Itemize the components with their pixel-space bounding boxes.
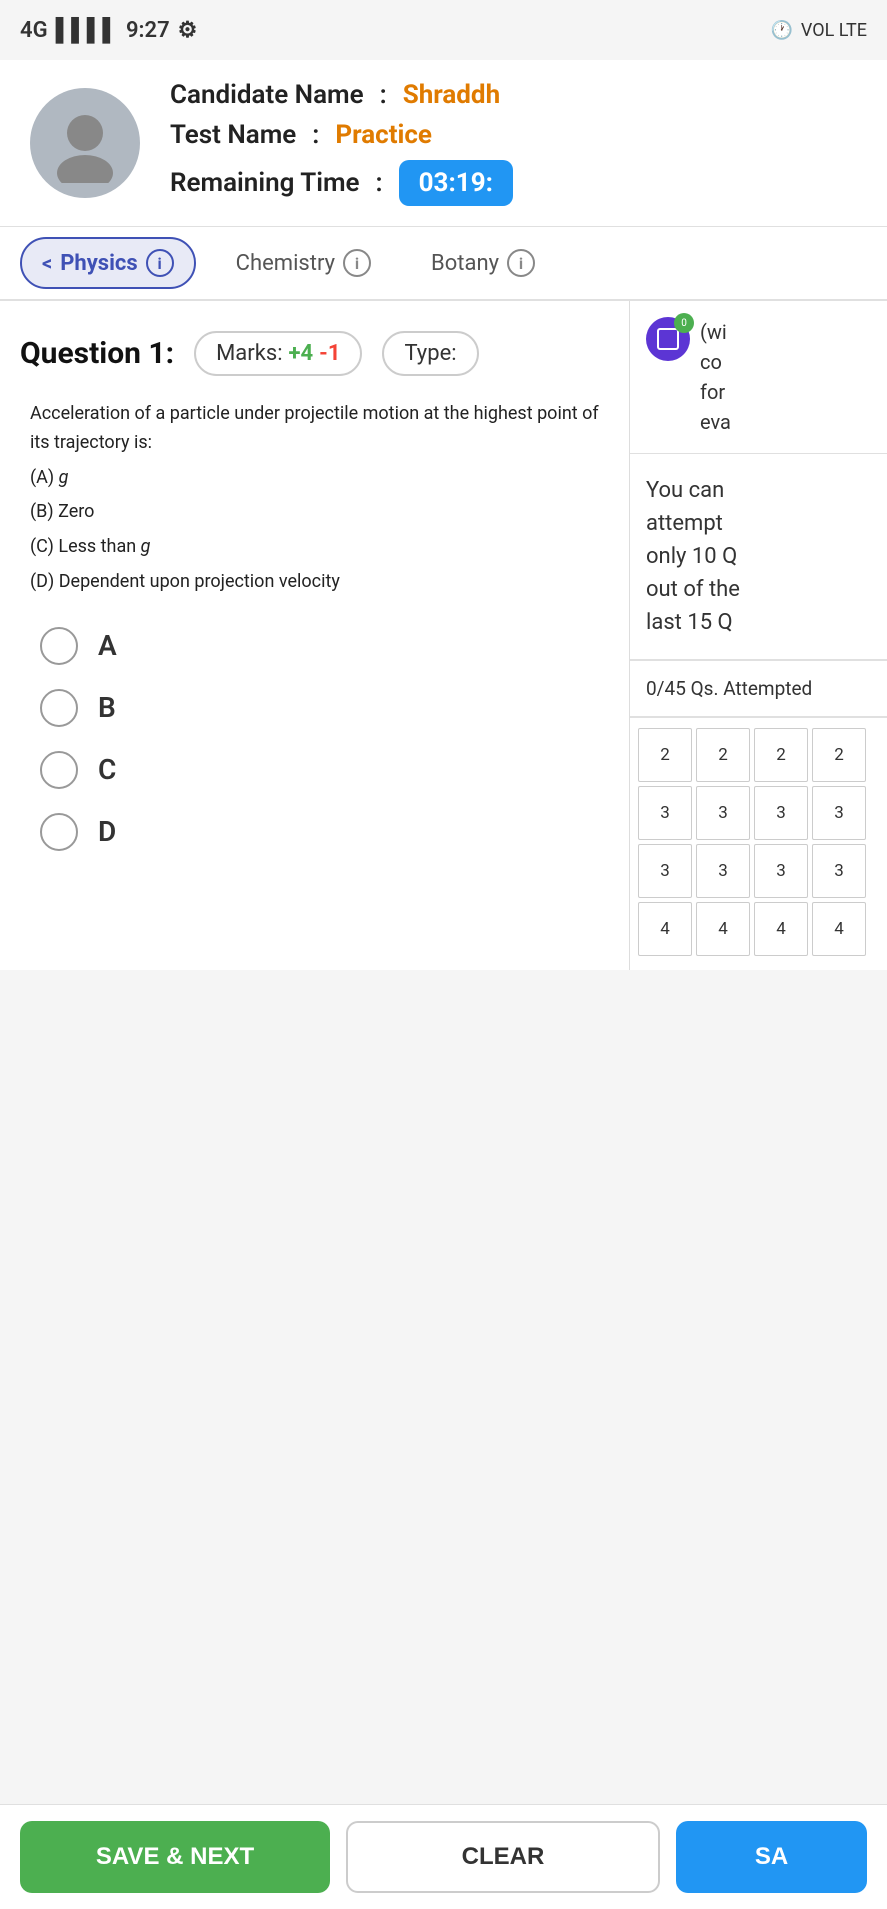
grid-cell-35[interactable]: 3 [638, 844, 692, 898]
grid-cell-42[interactable]: 4 [696, 902, 750, 956]
grid-row-3: 3 3 3 3 [638, 844, 879, 898]
question-header: Question 1: Marks: +4 -1 Type: [20, 331, 609, 376]
notif-inner-icon [657, 328, 679, 350]
notif-icon-wrap: 0 [646, 317, 690, 361]
radio-d[interactable] [40, 813, 78, 851]
candidate-colon: : [380, 80, 387, 110]
option-row-b[interactable]: B [40, 689, 589, 727]
option-text-d: (D) Dependent upon projection velocity [30, 568, 599, 597]
progress-row: 0/45 Qs. Attempted [630, 661, 887, 717]
question-text: Acceleration of a particle under project… [30, 400, 599, 458]
botany-info-icon[interactable]: i [507, 249, 535, 277]
test-colon: : [312, 120, 319, 150]
alarm-icon: 🕐 [770, 20, 792, 41]
signal-text: 4G [20, 18, 48, 43]
tab-chemistry[interactable]: Chemistry i [216, 239, 391, 287]
avatar [30, 88, 140, 198]
status-bar: 4G ▌▌▌▌ 9:27 ⚙ 🕐 VOL LTE [0, 0, 887, 60]
option-label-b: B [98, 691, 116, 724]
marks-positive: +4 [289, 341, 314, 366]
notification-banner: 0 (wicoforeva [630, 301, 887, 454]
type-label: Type: [404, 341, 456, 366]
option-row-c[interactable]: C [40, 751, 589, 789]
option-text-c: (C) Less than g [30, 533, 599, 562]
gear-icon[interactable]: ⚙ [178, 18, 198, 43]
answer-options: A B C D [20, 627, 609, 851]
status-left: 4G ▌▌▌▌ 9:27 ⚙ [20, 17, 197, 43]
grid-cell-21[interactable]: 2 [638, 728, 692, 782]
option-label-a: A [98, 629, 117, 662]
grid-cell-37[interactable]: 3 [754, 844, 808, 898]
tab-physics[interactable]: < Physics i [20, 237, 196, 289]
radio-c[interactable] [40, 751, 78, 789]
type-badge: Type: [382, 331, 478, 376]
grid-row-4: 4 4 4 4 [638, 902, 879, 956]
tab-physics-label: Physics [60, 251, 137, 276]
tab-botany-label: Botany [431, 251, 499, 276]
question-grid: 2 2 2 2 3 3 3 3 3 3 3 3 4 4 4 4 [630, 718, 887, 970]
notif-text: (wicoforeva [700, 317, 731, 437]
time-display: 9:27 [126, 18, 170, 43]
marks-negative: -1 [319, 341, 340, 366]
save-next-button[interactable]: SAVE & NEXT [20, 1821, 330, 1893]
grid-cell-43[interactable]: 4 [754, 902, 808, 956]
subject-tabs: < Physics i Chemistry i Botany i [0, 227, 887, 301]
test-value: Practice [335, 120, 432, 150]
radio-b[interactable] [40, 689, 78, 727]
grid-cell-44[interactable]: 4 [812, 902, 866, 956]
header: Candidate Name : Shraddh Test Name : Pra… [0, 60, 887, 227]
save-button[interactable]: SA [676, 1821, 867, 1893]
status-right: 🕐 VOL LTE [770, 20, 867, 41]
grid-cell-24[interactable]: 2 [812, 728, 866, 782]
grid-row-1: 2 2 2 2 [638, 728, 879, 782]
sidebar-info-text: You canattemptonly 10 Qout of thelast 15… [646, 478, 740, 635]
notif-badge: 0 [674, 313, 694, 333]
right-sidebar: 0 (wicoforeva You canattemptonly 10 Qout… [630, 301, 887, 970]
option-text-a: (A) g [30, 464, 599, 493]
signal-bars-icon: ▌▌▌▌ [56, 17, 118, 43]
grid-cell-32[interactable]: 3 [696, 786, 750, 840]
grid-cell-36[interactable]: 3 [696, 844, 750, 898]
option-row-d[interactable]: D [40, 813, 589, 851]
grid-cell-34[interactable]: 3 [812, 786, 866, 840]
test-row: Test Name : Practice [170, 120, 513, 150]
sidebar-info: You canattemptonly 10 Qout of thelast 15… [630, 454, 887, 660]
candidate-label: Candidate Name [170, 80, 364, 110]
physics-info-icon[interactable]: i [146, 249, 174, 277]
question-body: Acceleration of a particle under project… [20, 400, 609, 597]
question-title: Question 1: [20, 336, 174, 371]
option-label-c: C [98, 753, 116, 786]
grid-cell-38[interactable]: 3 [812, 844, 866, 898]
marks-badge: Marks: +4 -1 [194, 331, 362, 376]
clear-button[interactable]: CLEAR [346, 1821, 660, 1893]
grid-cell-23[interactable]: 2 [754, 728, 808, 782]
header-info: Candidate Name : Shraddh Test Name : Pra… [170, 80, 513, 206]
marks-label: Marks: [216, 341, 282, 366]
candidate-value: Shraddh [403, 80, 500, 110]
question-panel: Question 1: Marks: +4 -1 Type: Accelerat… [0, 301, 630, 970]
timer-badge: 03:19: [399, 160, 513, 206]
test-label: Test Name [170, 120, 296, 150]
network-text: VOL LTE [801, 20, 867, 41]
time-row: Remaining Time : 03:19: [170, 160, 513, 206]
grid-cell-31[interactable]: 3 [638, 786, 692, 840]
tab-botany[interactable]: Botany i [411, 239, 555, 287]
option-text-b: (B) Zero [30, 498, 599, 527]
tab-chemistry-label: Chemistry [236, 251, 335, 276]
candidate-row: Candidate Name : Shraddh [170, 80, 513, 110]
chemistry-info-icon[interactable]: i [343, 249, 371, 277]
option-label-d: D [98, 815, 116, 848]
bottom-bar: SAVE & NEXT CLEAR SA [0, 1804, 887, 1909]
radio-a[interactable] [40, 627, 78, 665]
main-content: Question 1: Marks: +4 -1 Type: Accelerat… [0, 301, 887, 970]
time-label: Remaining Time [170, 168, 360, 198]
grid-cell-33[interactable]: 3 [754, 786, 808, 840]
grid-cell-41[interactable]: 4 [638, 902, 692, 956]
time-colon: : [376, 168, 383, 198]
back-arrow-icon[interactable]: < [42, 251, 52, 275]
progress-text: 0/45 Qs. Attempted [646, 677, 812, 700]
option-row-a[interactable]: A [40, 627, 589, 665]
grid-row-2: 3 3 3 3 [638, 786, 879, 840]
grid-cell-22[interactable]: 2 [696, 728, 750, 782]
